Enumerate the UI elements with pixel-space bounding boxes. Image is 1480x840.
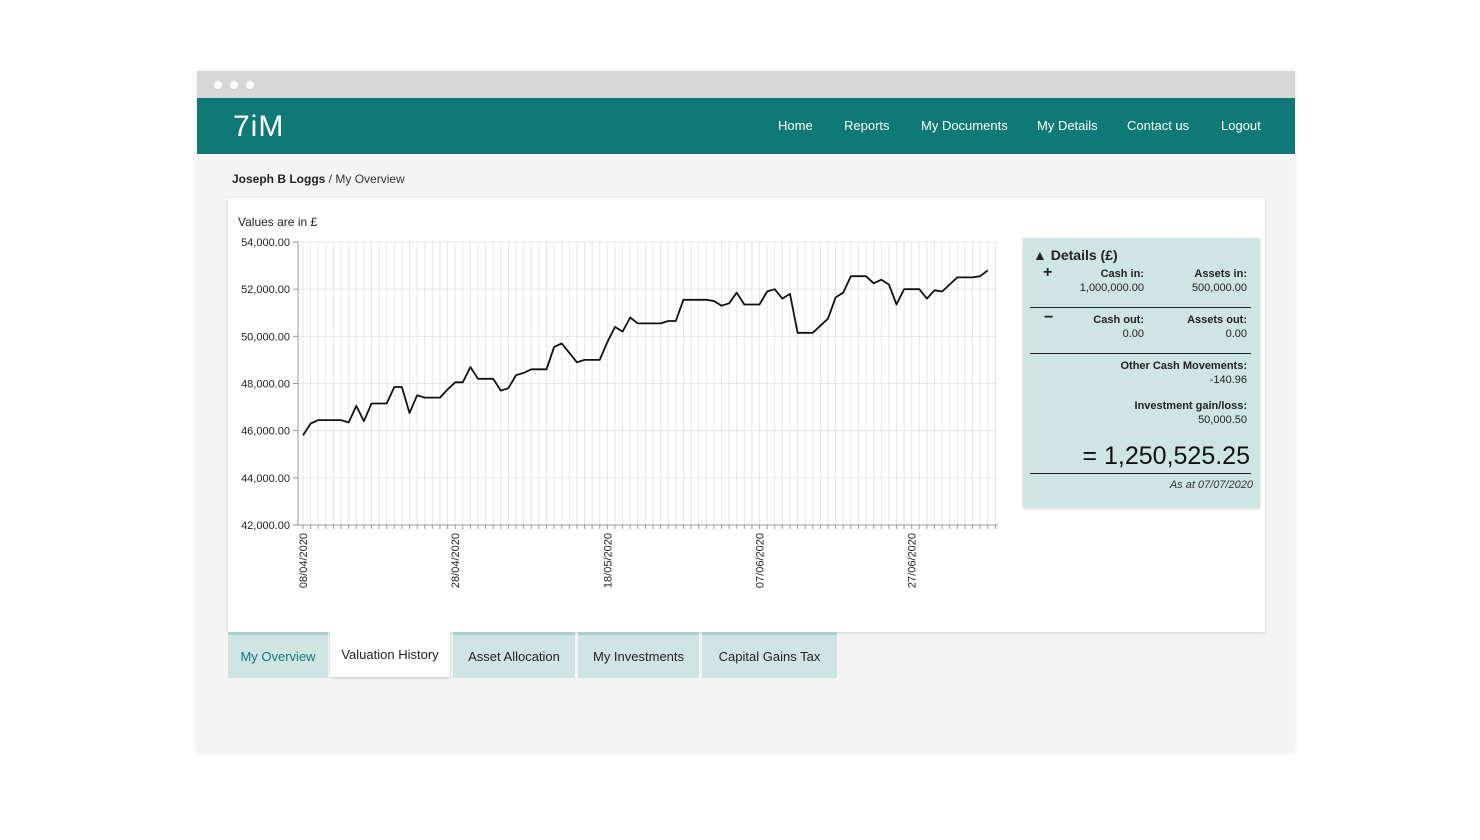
y-tick-label: 50,000.00 [241, 331, 290, 343]
window-titlebar [197, 71, 1295, 98]
x-tick-label: 27/06/2020 [907, 533, 919, 588]
minus-icon: − [1044, 309, 1054, 326]
divider [1030, 307, 1251, 308]
y-tick-label: 54,000.00 [241, 237, 290, 249]
tab-my-overview[interactable]: My Overview [228, 632, 328, 678]
assets-in-value: 500,000.00 [1191, 282, 1247, 294]
cash-out-value: 0.00 [1122, 328, 1144, 340]
tab-my-investments[interactable]: My Investments [578, 632, 699, 678]
brand-logo[interactable]: 7iM [233, 110, 284, 144]
y-tick-label: 52,000.00 [241, 284, 290, 296]
valuation-card: 42,000.00 44,000.00 46,000.00 48,000.00 50,0… [228, 198, 1265, 632]
total-value: = 1,250,525.25 [1082, 442, 1250, 470]
top-navbar: 7iM Home Reports My Documents My Details… [197, 98, 1295, 154]
details-header[interactable]: ▲ Details (£) [1033, 247, 1118, 263]
as-at-date: As at 07/07/2020 [1169, 479, 1253, 491]
window-dot-icon [230, 81, 238, 89]
nav-reports[interactable]: Reports [844, 118, 890, 133]
assets-in-label: Assets in: [1194, 268, 1247, 280]
breadcrumb-page: My Overview [335, 172, 405, 186]
other-cash-label: Other Cash Movements: [1120, 360, 1247, 372]
details-panel: ▲ Details (£) + Cash in: 1,000,000.00 As… [1023, 238, 1260, 508]
tab-asset-allocation[interactable]: Asset Allocation [453, 632, 575, 678]
y-tick-label: 46,000.00 [241, 426, 290, 438]
breadcrumb-separator: / [325, 172, 336, 186]
x-tick-label: 18/05/2020 [602, 533, 614, 588]
valuation-chart: 42,000.00 44,000.00 46,000.00 48,000.00 50,0… [241, 237, 998, 588]
cash-in-value: 1,000,000.00 [1079, 282, 1144, 294]
y-tick-label: 48,000.00 [241, 379, 290, 391]
tab-valuation-history[interactable]: Valuation History [330, 632, 450, 677]
breadcrumb: Joseph B Loggs / My Overview [232, 172, 405, 186]
y-tick-label: 42,000.00 [241, 520, 290, 532]
browser-window: 7iM Home Reports My Documents My Details… [197, 71, 1295, 753]
currency-note: Values are in £ [238, 215, 318, 229]
y-tick-label: 44,000.00 [241, 473, 290, 485]
nav-my-details[interactable]: My Details [1037, 118, 1098, 133]
cash-in-label: Cash in: [1100, 268, 1144, 280]
other-cash-value: -140.96 [1209, 374, 1247, 386]
nav-my-documents[interactable]: My Documents [921, 118, 1008, 133]
details-title: Details (£) [1050, 247, 1118, 263]
divider [1030, 473, 1251, 474]
plus-icon: + [1043, 264, 1053, 281]
nav-contact-us[interactable]: Contact us [1127, 118, 1189, 133]
assets-out-label: Assets out: [1187, 314, 1247, 326]
x-tick-label: 08/04/2020 [298, 533, 310, 588]
x-tick-label: 07/06/2020 [755, 533, 767, 588]
window-dot-icon [214, 81, 222, 89]
window-dot-icon [246, 81, 254, 89]
nav-home[interactable]: Home [778, 118, 813, 133]
collapse-triangle-icon[interactable]: ▲ [1033, 247, 1047, 263]
nav-logout[interactable]: Logout [1221, 118, 1261, 133]
breadcrumb-user[interactable]: Joseph B Loggs [232, 172, 325, 186]
tab-capital-gains-tax[interactable]: Capital Gains Tax [702, 632, 837, 678]
investment-gain-value: 50,000.50 [1198, 414, 1247, 426]
assets-out-value: 0.00 [1225, 328, 1247, 340]
x-tick-label: 28/04/2020 [450, 533, 462, 588]
investment-gain-label: Investment gain/loss: [1134, 400, 1247, 412]
divider [1030, 353, 1251, 354]
cash-out-label: Cash out: [1093, 314, 1144, 326]
